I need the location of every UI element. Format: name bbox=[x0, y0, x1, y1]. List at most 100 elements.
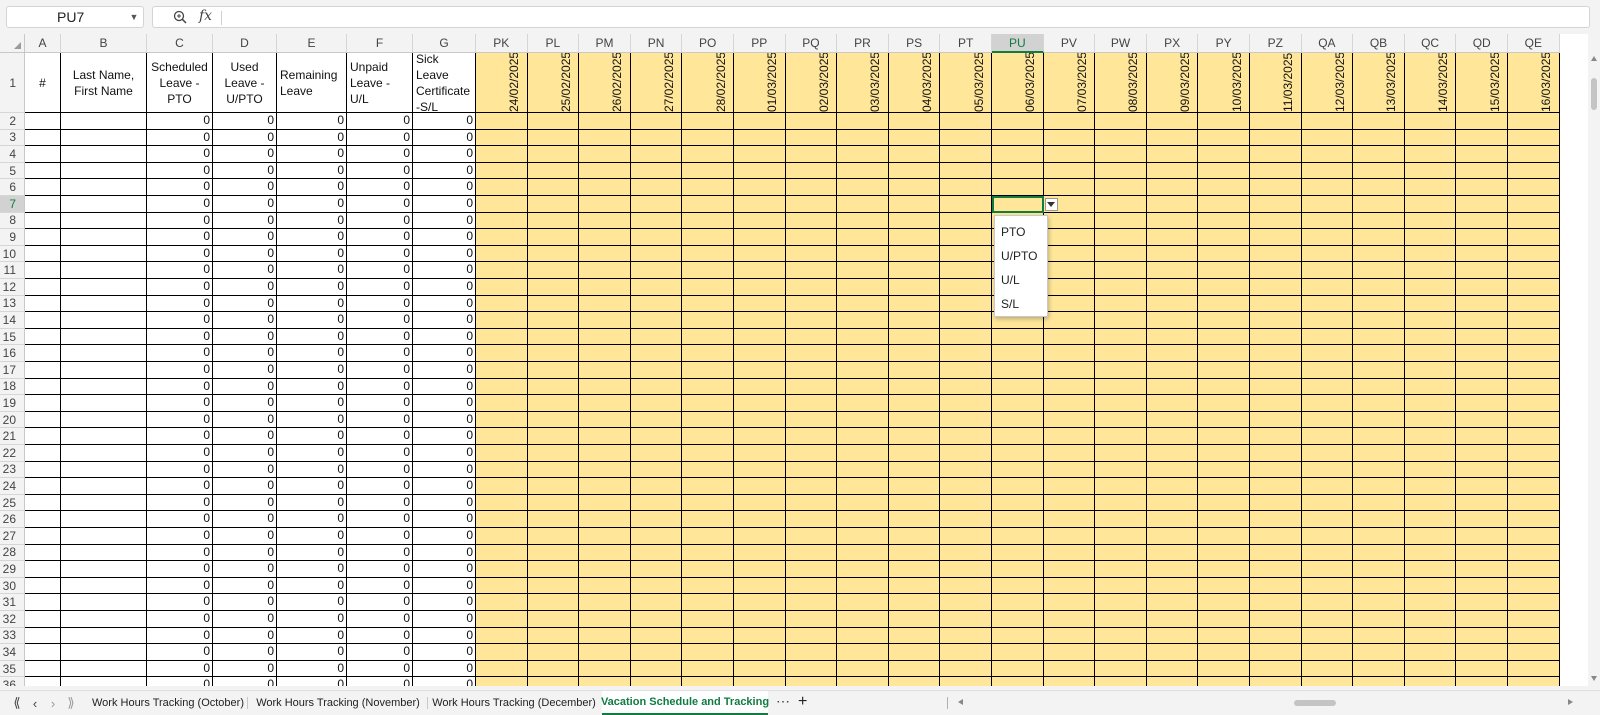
row-header-31[interactable]: 31 bbox=[0, 594, 25, 611]
scroll-down-arrow-icon[interactable] bbox=[1591, 676, 1597, 681]
date-cell[interactable] bbox=[1043, 146, 1096, 163]
date-cell[interactable] bbox=[1301, 295, 1354, 313]
date-cell[interactable] bbox=[837, 279, 889, 296]
date-header-cell-qd[interactable]: 15/03/2025 bbox=[1456, 53, 1508, 113]
date-cell[interactable] bbox=[888, 461, 941, 479]
select-all-corner[interactable] bbox=[0, 34, 25, 53]
date-cell[interactable] bbox=[476, 179, 528, 196]
date-cell[interactable] bbox=[1301, 544, 1354, 562]
table-cell[interactable]: 0 bbox=[347, 245, 413, 263]
table-cell[interactable]: 0 bbox=[413, 312, 476, 329]
date-header-cell-ps[interactable]: 04/03/2025 bbox=[888, 53, 941, 113]
date-cell[interactable] bbox=[888, 146, 941, 163]
table-cell[interactable]: 0 bbox=[413, 162, 476, 180]
date-cell[interactable] bbox=[837, 461, 889, 479]
date-cell[interactable] bbox=[682, 378, 734, 396]
date-cell[interactable] bbox=[527, 262, 580, 279]
date-cell[interactable] bbox=[1508, 196, 1560, 213]
date-cell[interactable] bbox=[1250, 494, 1302, 512]
date-cell[interactable] bbox=[734, 445, 786, 462]
date-cell[interactable] bbox=[785, 677, 838, 686]
date-cell[interactable] bbox=[1250, 594, 1302, 611]
table-cell[interactable]: 0 bbox=[347, 345, 413, 362]
date-cell[interactable] bbox=[888, 528, 941, 545]
date-cell[interactable] bbox=[476, 229, 528, 246]
date-cell[interactable] bbox=[579, 611, 631, 628]
date-cell[interactable] bbox=[1250, 312, 1302, 329]
date-cell[interactable] bbox=[1456, 511, 1508, 528]
date-cell[interactable] bbox=[579, 328, 631, 346]
date-cell[interactable] bbox=[1198, 328, 1250, 346]
date-cell[interactable] bbox=[1456, 528, 1508, 545]
date-cell[interactable] bbox=[579, 129, 631, 147]
table-cell[interactable] bbox=[25, 229, 61, 246]
date-cell[interactable] bbox=[1095, 312, 1147, 329]
date-cell[interactable] bbox=[682, 544, 734, 562]
date-cell[interactable] bbox=[837, 627, 889, 645]
date-cell[interactable] bbox=[1043, 229, 1096, 246]
date-cell[interactable] bbox=[734, 378, 786, 396]
table-cell[interactable]: 0 bbox=[413, 279, 476, 296]
table-cell[interactable]: 0 bbox=[213, 528, 277, 545]
date-cell[interactable] bbox=[1301, 627, 1354, 645]
date-cell[interactable] bbox=[992, 345, 1044, 362]
table-cell[interactable] bbox=[25, 196, 61, 213]
date-cell[interactable] bbox=[630, 262, 683, 279]
date-cell[interactable] bbox=[1508, 660, 1560, 678]
table-cell[interactable]: 0 bbox=[147, 395, 213, 412]
date-cell[interactable] bbox=[785, 660, 838, 678]
date-header-cell-qc[interactable]: 14/03/2025 bbox=[1404, 53, 1457, 113]
date-cell[interactable] bbox=[1353, 229, 1405, 246]
date-cell[interactable] bbox=[1404, 146, 1457, 163]
column-header-pw[interactable]: PW bbox=[1095, 34, 1147, 53]
header-cell-f[interactable]: Unpaid Leave - U/L bbox=[347, 53, 413, 113]
date-cell[interactable] bbox=[1095, 378, 1147, 396]
date-cell[interactable] bbox=[888, 312, 941, 329]
date-cell[interactable] bbox=[1456, 627, 1508, 645]
date-cell[interactable] bbox=[1250, 677, 1302, 686]
date-cell[interactable] bbox=[837, 229, 889, 246]
date-cell[interactable] bbox=[1095, 196, 1147, 213]
date-cell[interactable] bbox=[734, 544, 786, 562]
date-cell[interactable] bbox=[579, 577, 631, 595]
date-cell[interactable] bbox=[1095, 162, 1147, 180]
date-cell[interactable] bbox=[1456, 345, 1508, 362]
date-cell[interactable] bbox=[1043, 611, 1096, 628]
table-cell[interactable]: 0 bbox=[277, 113, 347, 130]
date-cell[interactable] bbox=[630, 113, 683, 130]
date-cell[interactable] bbox=[888, 179, 941, 196]
date-header-cell-pu[interactable]: 06/03/2025 bbox=[992, 53, 1044, 113]
date-cell[interactable] bbox=[682, 461, 734, 479]
date-cell[interactable] bbox=[1508, 362, 1560, 379]
table-cell[interactable] bbox=[61, 395, 147, 412]
date-cell[interactable] bbox=[1456, 577, 1508, 595]
date-cell[interactable] bbox=[734, 511, 786, 528]
date-cell[interactable] bbox=[1456, 677, 1508, 686]
date-cell[interactable] bbox=[785, 113, 838, 130]
date-cell[interactable] bbox=[1508, 378, 1560, 396]
table-cell[interactable]: 0 bbox=[347, 611, 413, 628]
date-cell[interactable] bbox=[527, 179, 580, 196]
date-cell[interactable] bbox=[1146, 660, 1199, 678]
table-cell[interactable]: 0 bbox=[213, 577, 277, 595]
table-cell[interactable] bbox=[25, 395, 61, 412]
table-cell[interactable]: 0 bbox=[213, 411, 277, 429]
column-header-qc[interactable]: QC bbox=[1404, 34, 1457, 53]
date-header-cell-qe[interactable]: 16/03/2025 bbox=[1508, 53, 1560, 113]
date-cell[interactable] bbox=[1456, 279, 1508, 296]
row-header-36[interactable]: 36 bbox=[0, 677, 25, 686]
date-cell[interactable] bbox=[476, 129, 528, 147]
date-cell[interactable] bbox=[1095, 345, 1147, 362]
date-cell[interactable] bbox=[837, 561, 889, 578]
date-cell[interactable] bbox=[1043, 262, 1096, 279]
date-cell[interactable] bbox=[1353, 179, 1405, 196]
column-header-pr[interactable]: PR bbox=[837, 34, 889, 53]
date-cell[interactable] bbox=[940, 179, 992, 196]
date-cell[interactable] bbox=[476, 644, 528, 661]
date-cell[interactable] bbox=[734, 677, 786, 686]
date-cell[interactable] bbox=[630, 445, 683, 462]
date-cell[interactable] bbox=[1043, 378, 1096, 396]
date-cell[interactable] bbox=[682, 445, 734, 462]
date-cell[interactable] bbox=[1043, 644, 1096, 661]
date-cell[interactable] bbox=[734, 162, 786, 180]
